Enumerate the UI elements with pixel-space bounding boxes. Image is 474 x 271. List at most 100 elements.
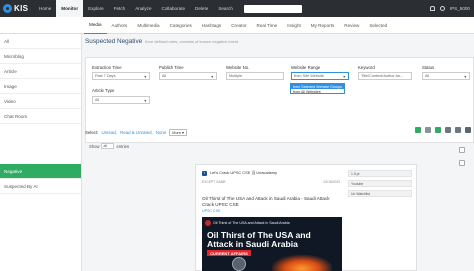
- nav-fetch[interactable]: Fetch: [109, 0, 131, 17]
- selection-bar: Select: Unread, Read & Unrated, None Mor…: [85, 127, 474, 137]
- tab-multimedia[interactable]: Multimedia: [132, 17, 164, 34]
- video-caption: Oil Thirst of The USA and Attack in Saud…: [213, 221, 290, 225]
- flame-image: [272, 255, 332, 271]
- sidebar-item-article[interactable]: Article: [0, 64, 81, 79]
- card-date: 02/18/2023: [323, 180, 340, 184]
- tab-creator[interactable]: Creator: [226, 17, 251, 34]
- video-strip-label: CURRENT AFFAIRS: [207, 250, 251, 256]
- send-icon[interactable]: [455, 127, 461, 133]
- video-thumbnail[interactable]: Oil Thirst of The USA and Attack in Saud…: [202, 217, 342, 271]
- logo-icon: [3, 4, 12, 13]
- select-all-checkbox[interactable]: [459, 147, 465, 153]
- article-type-select[interactable]: All ▼: [92, 96, 150, 104]
- card-link[interactable]: UPSC CSE: [202, 209, 220, 213]
- select-read-unrated-link[interactable]: Read & Unrated,: [120, 130, 153, 135]
- chevron-down-icon: ▼: [463, 75, 467, 79]
- nav-analyze[interactable]: Analyze: [130, 0, 156, 17]
- user-icon[interactable]: [439, 6, 445, 11]
- keyword-label: Keyword: [358, 65, 375, 70]
- export-icon[interactable]: [435, 127, 441, 133]
- media-card: f Let's Crack UPSC CSE 当 Unacademy EXCEP…: [195, 164, 417, 271]
- sidebar-item-negative[interactable]: Negative: [0, 164, 81, 179]
- tab-selected[interactable]: Selected: [364, 17, 392, 34]
- website-range-option-all[interactable]: from All Websites: [291, 89, 344, 94]
- show-suffix: entries: [116, 143, 130, 149]
- extraction-time-value: Past 7 Days: [95, 74, 116, 78]
- nav-home[interactable]: Home: [34, 0, 56, 17]
- more-button-label: More: [172, 130, 181, 135]
- meta-watchlist[interactable]: Un Watchlist: [348, 190, 412, 197]
- bell-icon[interactable]: [429, 6, 435, 11]
- presenter-image: [232, 257, 246, 271]
- publish-time-select[interactable]: All ▼: [159, 72, 217, 80]
- card-source: EXCEPT GAME: [202, 180, 226, 184]
- sidebar-item-suspected-by-ai[interactable]: Suspected By AI: [0, 179, 81, 194]
- card-subheader: EXCEPT GAME 02/18/2023: [202, 180, 340, 184]
- tab-media[interactable]: Media: [84, 17, 107, 34]
- tab-real-time[interactable]: Real Time: [252, 17, 283, 34]
- video-headline: Oil Thirst of The USA and Attack in Saud…: [207, 230, 311, 249]
- tab-review[interactable]: Review: [339, 17, 364, 34]
- chevron-down-icon: ▼: [143, 75, 147, 79]
- website-range-dropdown: from Selected Website Groups from All We…: [290, 83, 345, 94]
- brand-logo[interactable]: KIS: [0, 0, 34, 17]
- tab-categories[interactable]: Categories: [165, 17, 197, 34]
- card-header: f Let's Crack UPSC CSE 当 Unacademy: [202, 170, 344, 176]
- brand-name: KIS: [14, 4, 29, 13]
- chevron-down-icon: ▼: [210, 75, 214, 79]
- image-icon[interactable]: [415, 127, 421, 133]
- settings-icon[interactable]: [465, 127, 471, 133]
- nav-collaborate[interactable]: Collaborate: [157, 0, 191, 17]
- copy-icon[interactable]: [445, 127, 451, 133]
- card-meta: 1.5 pt Youtube Un Watchlist: [348, 170, 412, 200]
- card-title[interactable]: Oil Thirst of The USA and Attack in Saud…: [202, 196, 342, 207]
- website-no-input[interactable]: Multiple: [226, 72, 284, 80]
- tab-insight[interactable]: Insight: [282, 17, 306, 34]
- website-range-label: Website Range: [291, 65, 321, 70]
- keyword-placeholder: Title/Content/Author Au...: [361, 74, 404, 78]
- sidebar-item-all[interactable]: All: [0, 34, 81, 49]
- sub-tabs: Media Authors Multimedia Categories Hash…: [0, 17, 474, 34]
- article-type-value: All: [95, 98, 100, 102]
- tab-hashtags[interactable]: Hashtags: [197, 17, 226, 34]
- status-value: All: [425, 74, 430, 78]
- sidebar-item-image[interactable]: Image: [0, 79, 81, 94]
- page-title: Suspected Negative: [85, 37, 143, 45]
- user-name[interactable]: IPS_5000: [450, 6, 470, 11]
- extraction-time-label: Extraction Time: [92, 65, 122, 70]
- chevron-down-icon: ▼: [143, 99, 147, 103]
- status-select[interactable]: All ▼: [422, 72, 470, 80]
- select-unread-link[interactable]: Unread,: [101, 130, 117, 135]
- website-range-option-groups[interactable]: from Selected Website Groups: [291, 84, 344, 89]
- global-search-input[interactable]: [243, 4, 302, 13]
- meta-platform: Youtube: [348, 180, 412, 187]
- main-content: Suspected Negative from defined rules, c…: [85, 34, 474, 271]
- extraction-time-select[interactable]: Past 7 Days ▼: [92, 72, 150, 80]
- nav-search[interactable]: Search: [213, 0, 238, 17]
- tab-my-reports[interactable]: My Reports: [306, 17, 340, 34]
- toolbar-icons: [415, 127, 471, 133]
- nav-explore[interactable]: Explore: [83, 0, 109, 17]
- website-no-placeholder: Multiple: [229, 74, 243, 78]
- website-no-label: Website No.: [226, 65, 250, 70]
- facebook-icon: f: [202, 170, 207, 176]
- sidebar: All Microblog Article Image Video Chat R…: [0, 34, 82, 271]
- select-none-link[interactable]: None: [156, 130, 167, 135]
- tab-authors[interactable]: Authors: [107, 17, 133, 34]
- nav-delete[interactable]: Delete: [190, 0, 213, 17]
- card-handle[interactable]: Let's Crack UPSC CSE 当 Unacademy: [210, 170, 277, 176]
- more-button[interactable]: More ▾: [169, 128, 187, 136]
- sidebar-item-chat-room[interactable]: Chat Room: [0, 109, 81, 124]
- page-size-select[interactable]: all: [101, 143, 115, 149]
- row-checkbox[interactable]: [459, 160, 465, 166]
- keyword-input[interactable]: Title/Content/Author Au...: [358, 72, 412, 80]
- sidebar-item-microblog[interactable]: Microblog: [0, 49, 81, 64]
- chart-icon[interactable]: [425, 127, 431, 133]
- user-area: IPS_5000: [429, 0, 470, 17]
- nav-monitor[interactable]: Monitor: [56, 0, 84, 17]
- sidebar-item-video[interactable]: Video: [0, 94, 81, 109]
- website-range-select[interactable]: from Site Website ▼: [291, 72, 349, 80]
- publish-time-value: All: [162, 74, 167, 78]
- main-nav: Home Monitor Explore Fetch Analyze Colla…: [34, 0, 238, 17]
